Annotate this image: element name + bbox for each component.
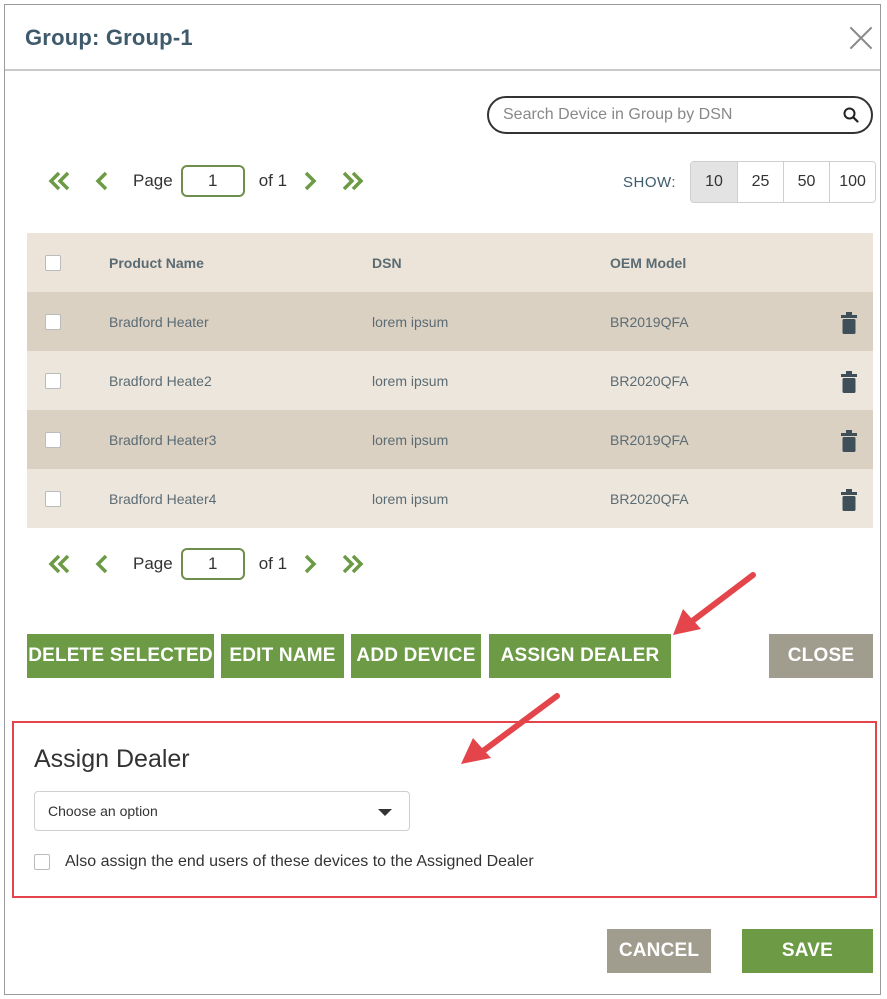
table-header: Product Name DSN OEM Model	[27, 233, 873, 292]
pager-top: Page 1 of 1	[45, 163, 367, 199]
show-label: SHOW:	[623, 173, 677, 191]
table-row: Bradford Heater lorem ipsum BR2019QFA	[27, 292, 873, 351]
header-dsn: DSN	[372, 254, 402, 271]
last-page-icon[interactable]	[337, 166, 367, 196]
cell-product-name: Bradford Heater3	[109, 431, 217, 448]
prev-page-icon[interactable]	[87, 166, 117, 196]
page-size-selector: SHOW: 10 25 50 100	[623, 161, 877, 203]
trash-icon[interactable]	[841, 430, 857, 452]
add-device-button[interactable]: ADD DEVICE	[351, 634, 481, 678]
dialog-title: Group: Group-1	[25, 25, 193, 50]
edit-name-button[interactable]: EDIT NAME	[221, 634, 344, 678]
cell-oem-model: BR2019QFA	[610, 313, 689, 330]
next-page-icon[interactable]	[295, 549, 325, 579]
page-total: of 1	[258, 171, 288, 190]
caret-down-icon	[378, 809, 392, 816]
assign-dealer-panel: Assign Dealer Choose an option Also assi…	[12, 721, 877, 898]
header-product-name: Product Name	[109, 254, 204, 271]
cell-oem-model: BR2020QFA	[610, 490, 689, 507]
group-dialog: Group: Group-1 Page 1 of 1 SHOW: 10 25	[4, 4, 881, 995]
cell-dsn: lorem ipsum	[372, 431, 449, 448]
assign-end-users-checkbox[interactable]	[34, 854, 50, 870]
page-size-25[interactable]: 25	[737, 162, 784, 202]
row-checkbox[interactable]	[45, 431, 61, 448]
assign-dealer-button[interactable]: ASSIGN DEALER	[489, 634, 671, 678]
cell-product-name: Bradford Heater4	[109, 490, 217, 507]
dealer-select[interactable]: Choose an option	[34, 791, 410, 831]
save-button[interactable]: SAVE	[742, 929, 873, 973]
page-input[interactable]: 1	[180, 165, 245, 197]
close-button[interactable]: CLOSE	[769, 634, 873, 678]
page-size-options: 10 25 50 100	[690, 161, 877, 203]
cell-dsn: lorem ipsum	[372, 372, 449, 389]
cell-product-name: Bradford Heate2	[109, 372, 212, 389]
cell-oem-model: BR2020QFA	[610, 372, 689, 389]
last-page-icon[interactable]	[337, 549, 367, 579]
page-label: Page	[133, 554, 173, 573]
devices-table: Product Name DSN OEM Model Bradford Heat…	[27, 233, 873, 528]
table-row: Bradford Heater4 lorem ipsum BR2020QFA	[27, 469, 873, 528]
cell-oem-model: BR2019QFA	[610, 431, 689, 448]
first-page-icon[interactable]	[45, 166, 75, 196]
row-checkbox[interactable]	[45, 372, 61, 389]
table-row: Bradford Heate2 lorem ipsum BR2020QFA	[27, 351, 873, 410]
cell-dsn: lorem ipsum	[372, 490, 449, 507]
header-oem-model: OEM Model	[610, 254, 687, 271]
assign-dealer-title: Assign Dealer	[34, 745, 190, 773]
prev-page-icon[interactable]	[87, 549, 117, 579]
trash-icon[interactable]	[841, 312, 857, 334]
page-size-10[interactable]: 10	[691, 162, 738, 202]
trash-icon[interactable]	[841, 371, 857, 393]
row-checkbox[interactable]	[45, 490, 61, 507]
page-input[interactable]: 1	[180, 548, 245, 580]
page-label: Page	[133, 171, 173, 190]
dealer-select-value: Choose an option	[48, 803, 158, 819]
select-all-checkbox[interactable]	[45, 254, 61, 271]
table-row: Bradford Heater3 lorem ipsum BR2019QFA	[27, 410, 873, 469]
cell-dsn: lorem ipsum	[372, 313, 449, 330]
page-size-50[interactable]: 50	[783, 162, 830, 202]
dialog-header: Group: Group-1	[5, 5, 880, 71]
search-box[interactable]	[487, 96, 873, 134]
trash-icon[interactable]	[841, 489, 857, 511]
close-icon[interactable]	[848, 25, 874, 51]
search-icon[interactable]	[843, 107, 859, 123]
assign-end-users-label: Also assign the end users of these devic…	[65, 853, 534, 870]
search-input[interactable]	[503, 105, 823, 125]
next-page-icon[interactable]	[295, 166, 325, 196]
cell-product-name: Bradford Heater	[109, 313, 209, 330]
delete-selected-button[interactable]: DELETE SELECTED	[27, 634, 214, 678]
cancel-button[interactable]: CANCEL	[607, 929, 711, 973]
page-total: of 1	[258, 554, 288, 573]
first-page-icon[interactable]	[45, 549, 75, 579]
annotation-arrow-icon	[673, 572, 756, 635]
pager-bottom: Page 1 of 1	[45, 546, 367, 582]
row-checkbox[interactable]	[45, 313, 61, 330]
page-size-100[interactable]: 100	[829, 162, 876, 202]
